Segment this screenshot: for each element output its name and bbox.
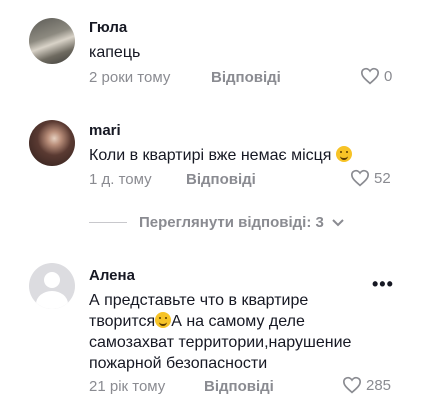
default-avatar-body [36, 291, 68, 309]
comment-timestamp: 1 д. тому [89, 171, 152, 188]
comment-item: Гюла капець 2 роки тому Відповіді 0 [0, 0, 428, 110]
comment-timestamp: 21 рік тому [89, 378, 166, 395]
heart-outline-icon [350, 169, 370, 187]
view-replies-button[interactable]: Переглянути відповіді: 3 [89, 214, 344, 231]
comment-text-fragment: А на самому деле [171, 313, 305, 330]
comment-text-line: Коли в квартирі вже немає місця [89, 147, 332, 164]
view-replies-label: Переглянути відповіді: 3 [139, 214, 324, 231]
heart-outline-icon [360, 67, 380, 85]
comment-text-fragment: творится [89, 313, 156, 330]
reply-button[interactable]: Відповіді [211, 69, 281, 86]
like-count: 52 [374, 169, 391, 187]
comment-text: А представьте что в квартире творится А н… [89, 290, 351, 374]
comment-text: Коли в квартирі вже немає місця [89, 145, 352, 166]
comment-username[interactable]: mari [89, 122, 121, 139]
comment-text-line: самозахват территории,нарушение [89, 334, 352, 351]
smiling-face-emoji-icon [335, 146, 352, 162]
heart-outline-icon [342, 376, 362, 394]
comment-item: Алена А представьте что в квартире твори… [0, 255, 428, 401]
comment-text-line: пожарной безопасности [89, 355, 268, 372]
reply-button[interactable]: Відповіді [186, 171, 256, 188]
like-count: 285 [366, 376, 392, 394]
like-button[interactable]: 52 [350, 169, 391, 187]
comment-username[interactable]: Алена [89, 267, 135, 284]
comment-item: mari Коли в квартирі вже немає місця 1 д… [0, 110, 428, 200]
divider [89, 222, 127, 223]
like-button[interactable]: 0 [360, 67, 392, 85]
smiling-face-emoji-icon [155, 312, 172, 328]
avatar[interactable] [29, 18, 75, 64]
comment-text-line: А представьте что в квартире [89, 292, 309, 309]
more-options-button[interactable]: ••• [372, 274, 394, 295]
avatar[interactable] [29, 263, 75, 309]
comment-text: капець [89, 44, 141, 61]
comment-timestamp: 2 роки тому [89, 69, 171, 86]
like-button[interactable]: 285 [342, 376, 391, 394]
reply-button[interactable]: Відповіді [204, 378, 274, 395]
default-avatar-head [44, 272, 60, 288]
chevron-down-icon [332, 218, 344, 226]
like-count: 0 [384, 67, 393, 85]
comment-text-line: творится А на самому деле [89, 311, 351, 332]
avatar[interactable] [29, 120, 75, 166]
comment-username[interactable]: Гюла [89, 19, 127, 36]
